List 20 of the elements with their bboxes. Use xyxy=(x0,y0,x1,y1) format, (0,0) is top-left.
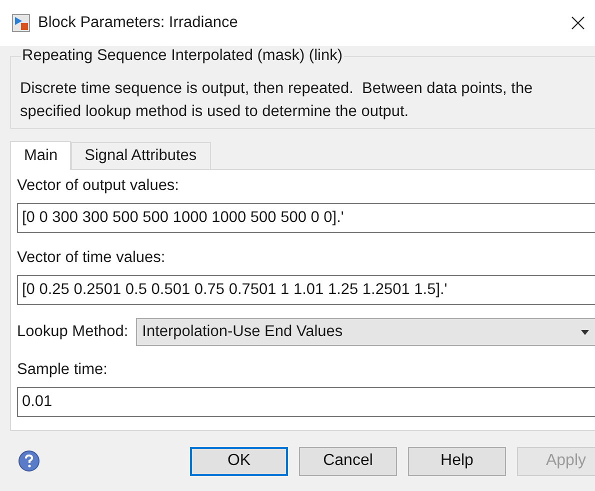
help-icon[interactable] xyxy=(18,450,40,472)
tab[interactable]: Signal Attributes xyxy=(70,142,211,169)
caret-icon xyxy=(581,330,590,334)
tab[interactable]: Main xyxy=(10,141,71,170)
input-field[interactable]: [0 0 300 300 500 500 1000 1000 500 500 0 0].' xyxy=(17,203,595,233)
app-icon xyxy=(12,14,30,32)
dialog-button[interactable]: Cancel xyxy=(299,446,397,476)
description-text: Discrete time sequence is output, then repeated. Between data points, the specified lookup method is used to determine the output. xyxy=(20,79,534,122)
input-field[interactable]: 0.01 xyxy=(17,387,595,417)
window-title: Block Parameters: Irradiance xyxy=(38,14,239,32)
dialog-button[interactable]: OK xyxy=(190,446,288,476)
input-field[interactable]: [0 0.25 0.2501 0.5 0.501 0.75 0.7501 1 1.01 1.25 1.2501 1.5].' xyxy=(17,275,595,305)
dropdown[interactable]: Interpolation-Use End Values xyxy=(136,318,595,346)
field-label: Vector of output values: xyxy=(17,176,179,196)
close-icon[interactable] xyxy=(571,16,585,30)
field-label: Lookup Method: xyxy=(17,322,128,342)
field-label: Sample time: xyxy=(17,360,108,380)
dialog-button[interactable]: Help xyxy=(408,446,506,476)
field-label: Vector of time values: xyxy=(17,248,166,268)
group-title: Repeating Sequence Interpolated (mask) (link) xyxy=(21,47,344,65)
